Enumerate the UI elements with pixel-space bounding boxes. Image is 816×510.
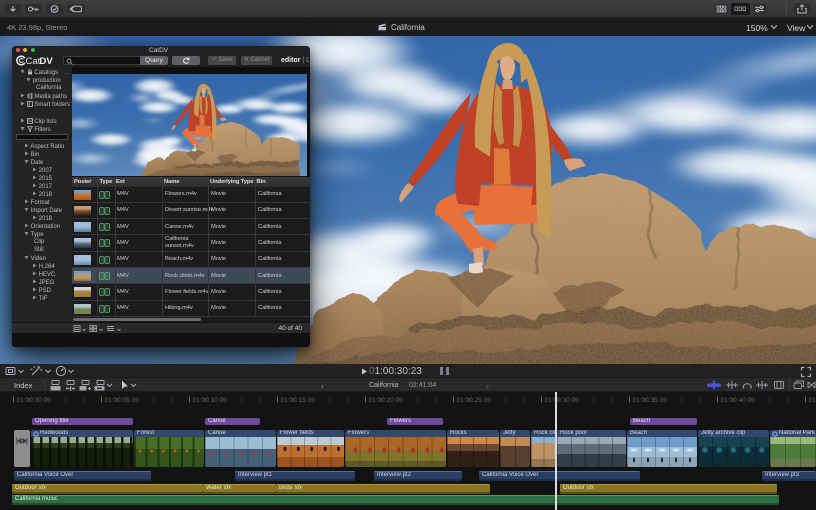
svg-text:DV: DV (40, 56, 54, 66)
svg-text:Cat: Cat (26, 56, 41, 66)
